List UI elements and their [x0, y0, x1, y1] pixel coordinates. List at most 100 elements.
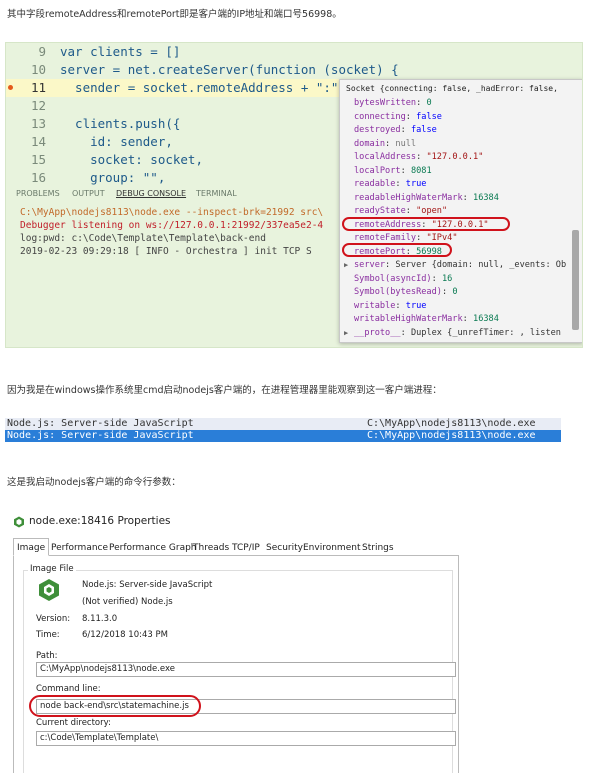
property-key: connecting: [354, 111, 406, 122]
property-key: destroyed: [354, 125, 401, 135]
panel-tab[interactable]: DEBUG CONSOLE: [116, 189, 186, 198]
property-key: domain: [354, 138, 386, 149]
property-value: 16: [441, 273, 453, 284]
property-value: "open": [416, 206, 448, 216]
property-value: false: [416, 111, 442, 122]
property-key: __proto__: [354, 327, 401, 338]
socket-hover-popup: Socket {connecting: false, _hadError: fa…: [339, 79, 582, 343]
socket-property[interactable]: Symbol(bytesRead): 0: [354, 286, 458, 299]
panel-tab[interactable]: TERMINAL: [196, 189, 237, 198]
property-key: localPort: [354, 165, 401, 176]
process-path: C:\MyApp\nodejs8113\node.exe: [367, 418, 536, 429]
socket-property[interactable]: localPort: 8081: [354, 165, 432, 178]
socket-property[interactable]: readableHighWaterMark: 16384: [354, 192, 499, 205]
current-directory-field[interactable]: c:\Code\Template\Template\: [36, 731, 456, 746]
highlight-command-line: [29, 695, 201, 717]
line-number: 9: [38, 44, 46, 59]
line-number: 16: [30, 170, 46, 185]
highlight-remote-port: [342, 243, 452, 257]
socket-property[interactable]: Symbol(asyncId): 16: [354, 273, 452, 286]
property-value: Duplex {_unrefTimer: , listen: [410, 327, 561, 338]
code-text: clients.push({: [60, 116, 181, 131]
popup-header: Socket {connecting: false, _hadError: fa…: [346, 84, 558, 93]
property-key: writable: [354, 300, 396, 311]
socket-property[interactable]: localAddress: "127.0.0.1": [354, 151, 483, 164]
process-name: Node.js: Server-side JavaScript: [7, 430, 194, 441]
property-key: readyState: [354, 206, 406, 216]
property-value: 16384: [473, 314, 499, 324]
socket-property[interactable]: readable: true: [354, 178, 426, 191]
property-key: remoteFamily: [354, 233, 417, 243]
process-row[interactable]: Node.js: Server-side JavaScript C:\MyApp\…: [5, 430, 561, 442]
socket-property[interactable]: domain: null: [354, 138, 416, 151]
property-value: false: [410, 125, 437, 135]
process-path: C:\MyApp\nodejs8113\node.exe: [367, 430, 536, 441]
property-value: Server {domain: null, _events: Ob: [395, 260, 567, 270]
node-app-icon: [14, 516, 24, 528]
property-key: writableHighWaterMark: [354, 314, 463, 324]
dialog-tab[interactable]: Threads: [189, 538, 233, 556]
property-value: 0: [452, 287, 458, 297]
property-value: "IPv4": [426, 233, 458, 243]
path-label: Path:: [36, 651, 58, 661]
socket-property[interactable]: bytesWritten: 0: [354, 97, 432, 110]
property-value: true: [405, 179, 427, 189]
process-explanation-text: 因为我是在windows操作系统里cmd启动nodejs客户端的，在进程管理器里…: [7, 385, 442, 396]
socket-property[interactable]: connecting: false: [354, 111, 442, 124]
path-field[interactable]: C:\MyApp\nodejs8113\node.exe: [36, 662, 456, 677]
process-name: Node.js: Server-side JavaScript: [7, 418, 194, 429]
process-row[interactable]: Node.js: Server-side JavaScript C:\MyApp\…: [5, 418, 561, 430]
code-text: sender = socket.remoteAddress + ":": [60, 80, 339, 95]
socket-property[interactable]: ▶ server: Server {domain: null, _events: …: [344, 259, 567, 272]
command-line-text: 这是我启动nodejs客户端的命令行参数：: [7, 477, 181, 488]
console-line: C:\MyApp\nodejs8113\node.exe --inspect-b…: [20, 207, 324, 218]
verified-status: (Not verified) Node.js: [82, 597, 173, 607]
expand-arrow-icon[interactable]: ▶: [344, 327, 348, 340]
dialog-tab[interactable]: Image: [13, 538, 50, 556]
property-key: bytesWritten: [354, 98, 417, 108]
property-value: true: [405, 300, 427, 311]
dialog-tab[interactable]: Environment: [299, 538, 364, 556]
command-line-label: Command line:: [36, 684, 101, 694]
current-directory-label: Current directory:: [36, 718, 111, 728]
property-value: 0: [426, 98, 432, 108]
expand-arrow-icon[interactable]: ▶: [344, 259, 348, 272]
breakpoint-icon[interactable]: [8, 85, 13, 90]
property-key: Symbol(bytesRead): [354, 287, 442, 297]
socket-property[interactable]: destroyed: false: [354, 124, 437, 137]
socket-property[interactable]: writableHighWaterMark: 16384: [354, 313, 499, 326]
dialog-tab[interactable]: Performance: [47, 538, 112, 556]
code-text: var clients = []: [60, 44, 181, 59]
property-value: null: [395, 138, 417, 149]
panel-tab[interactable]: OUTPUT: [72, 189, 105, 198]
console-line: log:pwd: c:\Code\Template\Template\back-…: [20, 233, 266, 244]
time-value: 6/12/2018 10:43 PM: [82, 630, 168, 640]
popup-scrollbar[interactable]: [572, 230, 579, 330]
node-hexagon-icon: [39, 579, 59, 601]
version-value: 8.11.3.0: [82, 614, 118, 624]
property-key: server: [354, 260, 386, 270]
code-line[interactable]: 9 var clients = []: [6, 43, 582, 61]
property-key: Symbol(asyncId): [354, 273, 432, 284]
code-text: id: sender,: [60, 134, 173, 149]
line-number: 12: [30, 98, 46, 113]
dialog-tab[interactable]: Performance Graph: [105, 538, 201, 556]
dialog-tab[interactable]: TCP/IP: [228, 538, 264, 556]
code-editor-screenshot: 9 var clients = [] 10 server = net.createSe…: [5, 42, 583, 348]
socket-property[interactable]: ▶ __proto__: Duplex {_unrefTimer: , liste…: [344, 327, 561, 340]
highlight-remote-address: [342, 217, 510, 231]
code-line[interactable]: 10 server = net.createServer(function (so…: [6, 61, 582, 79]
console-line: Debugger listening on ws://127.0.0.1:219…: [20, 220, 324, 231]
dialog-tab[interactable]: Strings: [358, 538, 398, 556]
socket-property[interactable]: writable: true: [354, 300, 426, 313]
property-value: "127.0.0.1": [426, 152, 484, 162]
panel-tab[interactable]: PROBLEMS: [16, 189, 60, 198]
line-number: 15: [30, 152, 46, 167]
line-number: 14: [30, 134, 46, 149]
property-key: localAddress: [354, 152, 417, 162]
code-text: group: "",: [60, 170, 166, 185]
code-text: server = net.createServer(function (sock…: [60, 62, 399, 77]
app-name: Node.js: Server-side JavaScript: [82, 580, 213, 590]
property-value: 16384: [473, 192, 499, 203]
property-value: 8081: [410, 165, 432, 176]
